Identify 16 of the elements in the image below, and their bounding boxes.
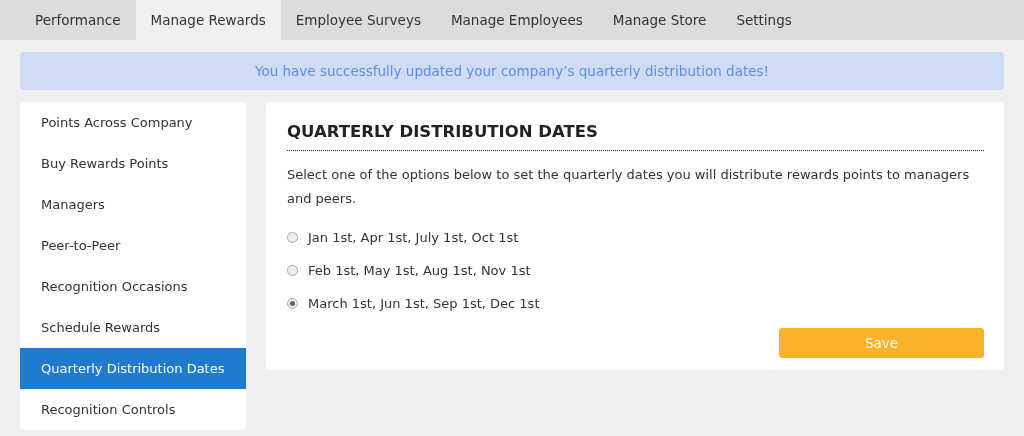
radio-button[interactable] [287,231,298,243]
radio-button[interactable] [287,264,298,276]
sidebar-item[interactable]: Quarterly Distribution Dates [20,348,246,389]
nav-tab[interactable]: Manage Store [597,0,722,40]
panel-title: QUARTERLY DISTRIBUTION DATES [287,122,984,151]
nav-tab[interactable]: Manage Employees [435,0,598,40]
description-text: Select one of the options below to set the quarterly dates you will distribute rewards points to managers and peers. [287,165,971,208]
option-label: March 1st, Jun 1st, Sep 1st, Dec 1st [308,294,540,313]
nav-tab[interactable]: Employee Surveys [280,0,436,40]
success-alert: You have successfully updated your company’s quarterly distribution dates! [20,52,1004,90]
radio-button[interactable] [287,297,298,309]
nav-tab[interactable]: Performance [20,0,136,40]
nav-tab[interactable]: Manage Rewards [135,0,281,40]
nav-tab[interactable]: Settings [721,0,807,40]
option-label: Jan 1st, Apr 1st, July 1st, Oct 1st [308,228,519,247]
option-label: Feb 1st, May 1st, Aug 1st, Nov 1st [308,261,531,280]
